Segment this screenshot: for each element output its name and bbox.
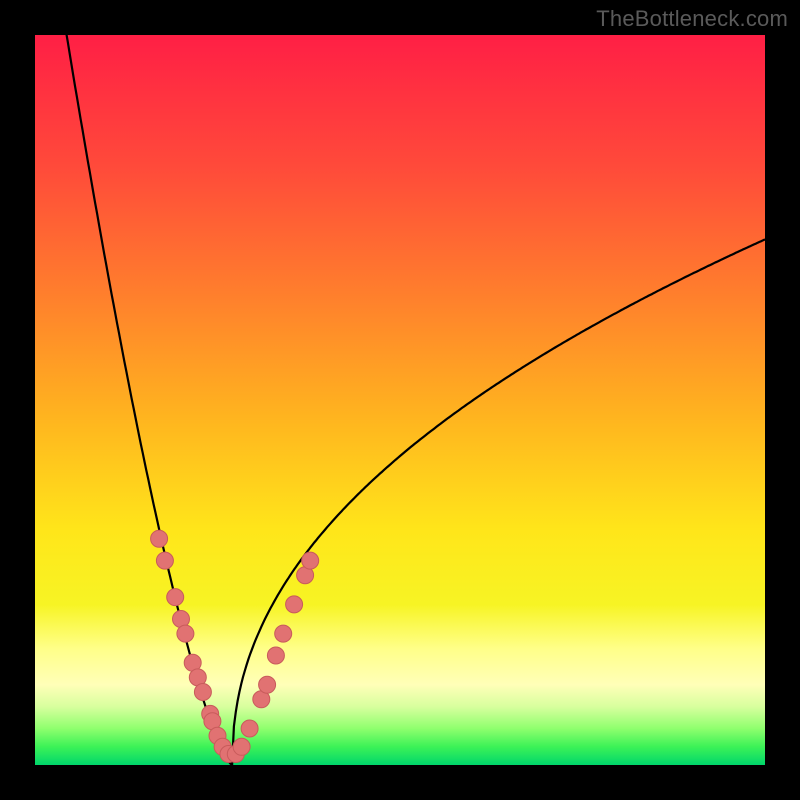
highlight-marker	[156, 552, 173, 569]
highlight-marker	[151, 530, 168, 547]
chart-overlay	[35, 35, 765, 765]
highlight-marker	[259, 676, 276, 693]
highlight-marker	[267, 647, 284, 664]
highlight-marker	[275, 625, 292, 642]
plot-area	[35, 35, 765, 765]
highlight-marker	[241, 720, 258, 737]
bottleneck-curve	[64, 35, 765, 765]
highlight-marker	[167, 589, 184, 606]
highlight-marker	[286, 596, 303, 613]
highlight-marker	[233, 738, 250, 755]
highlight-marker	[302, 552, 319, 569]
highlight-marker	[194, 684, 211, 701]
watermark-text: TheBottleneck.com	[596, 6, 788, 32]
chart-frame: TheBottleneck.com	[0, 0, 800, 800]
highlight-marker	[177, 625, 194, 642]
